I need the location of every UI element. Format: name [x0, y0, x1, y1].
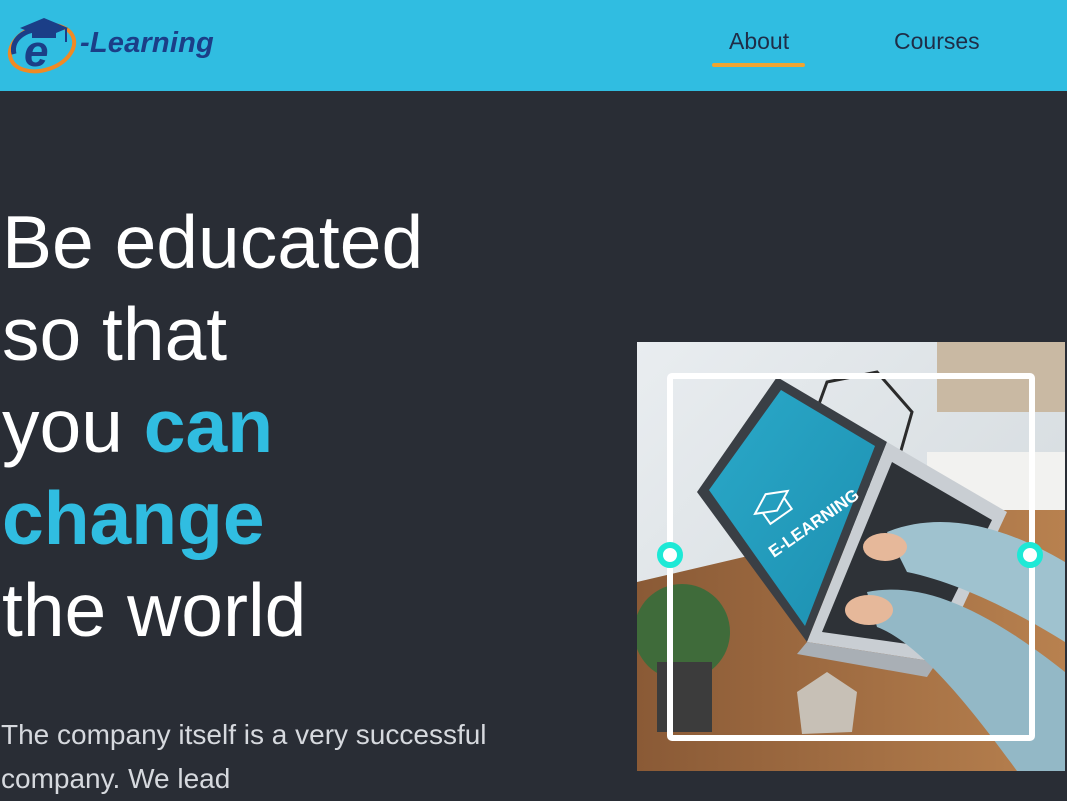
logo[interactable]: e -Learning	[6, 10, 246, 76]
logo-text: -Learning	[80, 26, 214, 59]
active-nav-indicator	[712, 63, 805, 67]
hero-title-line-2: so that	[2, 292, 228, 376]
navbar: e -Learning About Courses	[0, 0, 1067, 91]
hero-title-line-3-plain: you	[2, 384, 144, 468]
hero-title-line-3: you can	[2, 380, 423, 472]
hero-title-line-1: Be educated	[2, 200, 424, 284]
graduation-cap-e-icon: e	[7, 18, 77, 76]
hero-title-line-5: the world	[2, 568, 307, 652]
hero-image: E-LEARNING	[637, 342, 1065, 771]
hero-title-accent-change: change	[2, 476, 265, 560]
frame-handle-left[interactable]	[657, 542, 683, 568]
laptop-e-learning-photo: E-LEARNING	[637, 342, 1065, 771]
frame-handle-right[interactable]	[1017, 542, 1043, 568]
hero-description: The company itself is a very successful …	[1, 719, 487, 794]
hero-title-accent-can: can	[143, 384, 274, 468]
hero-title: Be educated so that you can change the w…	[2, 196, 423, 656]
nav-link-courses[interactable]: Courses	[894, 28, 980, 55]
nav-link-about[interactable]: About	[729, 28, 789, 55]
